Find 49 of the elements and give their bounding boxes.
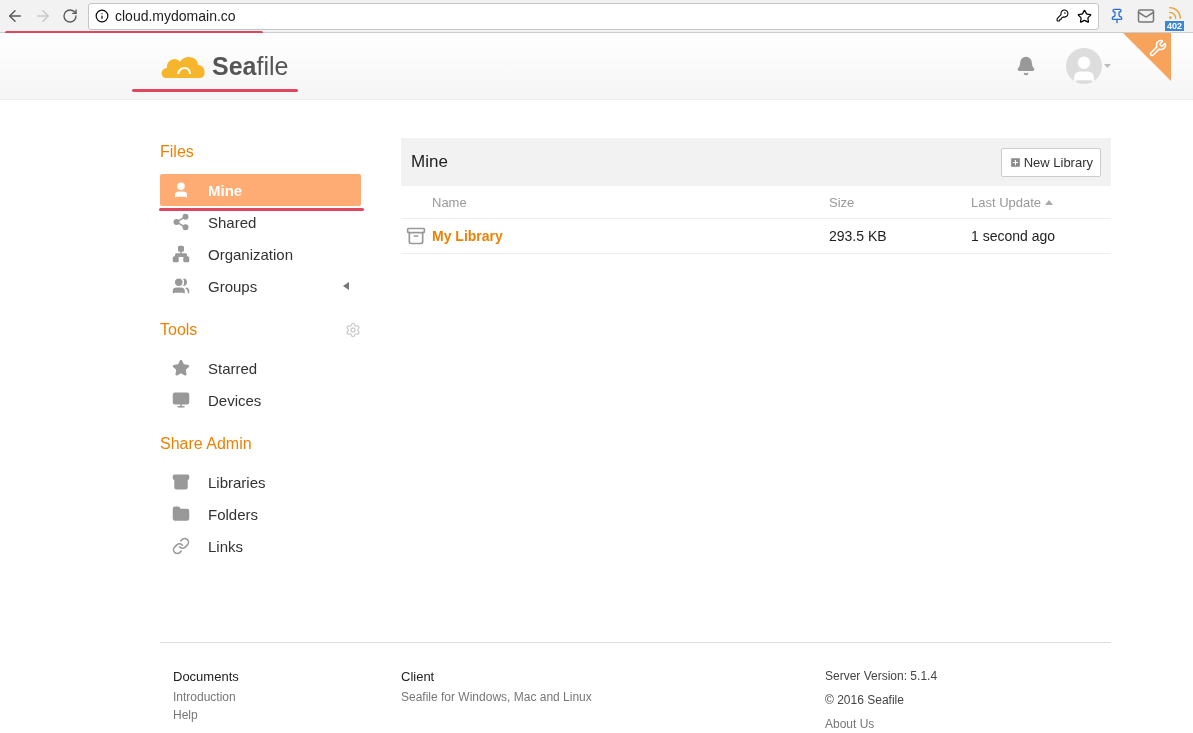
footer-link[interactable]: Introduction: [173, 690, 401, 704]
footer-link[interactable]: Seafile for Windows, Mac and Linux: [401, 690, 825, 704]
logo-text: Seafile: [212, 51, 289, 81]
sidebar-item[interactable]: Libraries: [160, 466, 361, 498]
item-icon: [172, 213, 190, 231]
item-icon: [172, 277, 190, 295]
mail-icon[interactable]: [1137, 7, 1155, 25]
key-icon[interactable]: [1056, 8, 1069, 22]
footer-link[interactable]: About Us: [825, 717, 1098, 731]
sidebar-item[interactable]: Groups: [160, 270, 361, 302]
section-title: Tools: [160, 321, 198, 339]
notification-bell-icon[interactable]: [1016, 56, 1036, 76]
footer-heading: Client: [401, 669, 436, 684]
footer-link[interactable]: Help: [173, 708, 401, 722]
item-icon: [172, 359, 190, 377]
footer-text: © 2016 Seafile: [825, 693, 905, 707]
caret-icon[interactable]: [343, 282, 349, 290]
sidebar-item[interactable]: Organization: [160, 238, 361, 270]
panel-title: Mine: [411, 152, 448, 172]
footer-heading: Documents: [173, 669, 240, 684]
date-cell-text: 1 second ago: [971, 227, 1057, 246]
sidebar-item[interactable]: Folders: [160, 498, 361, 530]
wrench-icon: [1149, 39, 1167, 57]
item-icon: [172, 181, 190, 199]
count-badge: 402: [1165, 21, 1185, 31]
url-text: cloud.mydomain.co: [115, 8, 236, 24]
back-button[interactable]: [6, 7, 24, 25]
item-icon: [172, 537, 190, 555]
section-title: Share Admin: [160, 435, 252, 453]
feed-icon: [1167, 5, 1183, 21]
item-icon: [172, 505, 190, 523]
bookmark-star-icon[interactable]: [1077, 8, 1092, 24]
seafile-logo[interactable]: Seafile: [160, 50, 289, 82]
footer-text: Server Version: 5.1.4: [825, 669, 939, 683]
sidebar-item[interactable]: Links: [160, 530, 361, 562]
info-icon: [95, 9, 109, 23]
pin-icon[interactable]: [1109, 8, 1125, 24]
new-library-button[interactable]: New Library: [1000, 147, 1101, 177]
sidebar-item[interactable]: Starred: [160, 352, 361, 384]
sidebar-item[interactable]: Devices: [160, 384, 361, 416]
item-icon: [172, 391, 190, 409]
reload-button[interactable]: [62, 8, 78, 24]
item-icon: [172, 245, 190, 263]
section-title: Files: [160, 143, 194, 161]
sidebar-item[interactable]: Shared: [160, 206, 361, 238]
library-icon: [406, 226, 426, 246]
item-icon: [172, 473, 190, 491]
size-cell-text: 293.5 KB: [829, 227, 888, 246]
plus-icon: [1008, 155, 1022, 169]
